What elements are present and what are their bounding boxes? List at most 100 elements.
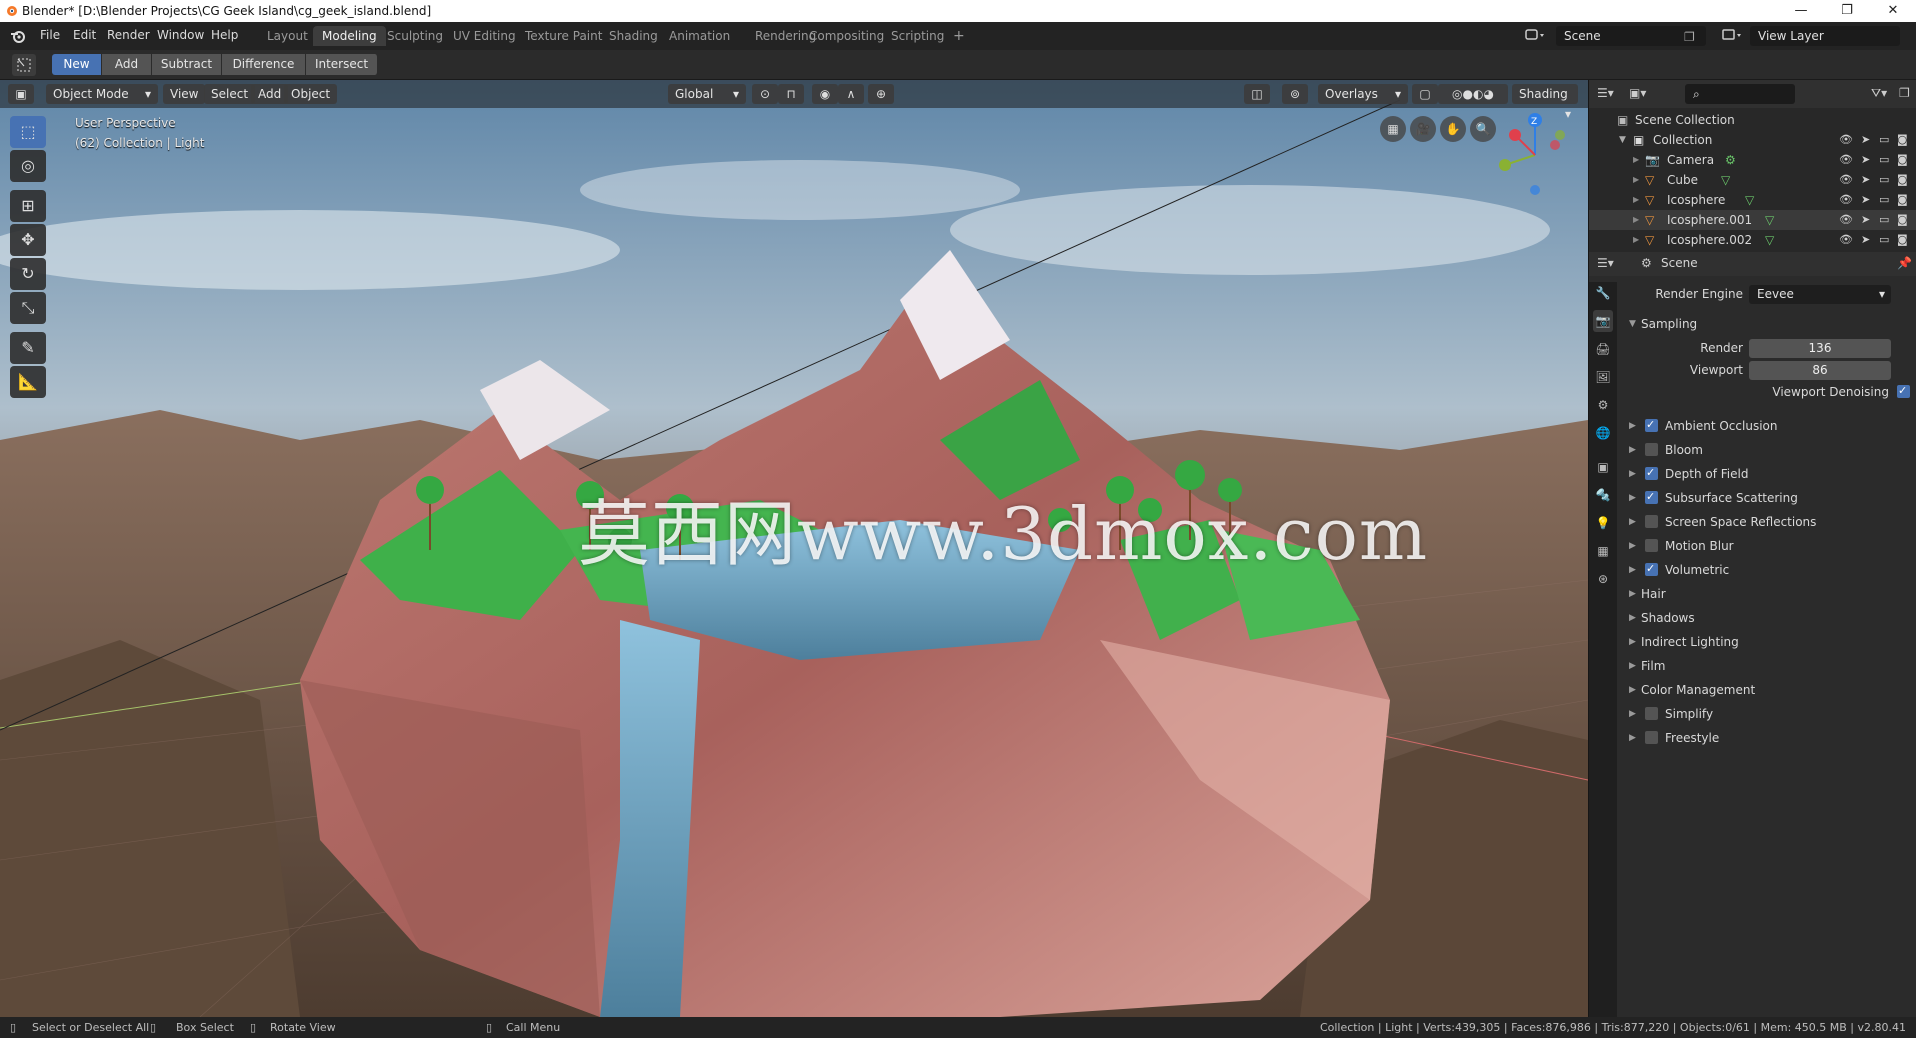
- pivot-point-icon[interactable]: ⊙: [752, 84, 778, 104]
- menu-help[interactable]: Help: [211, 28, 238, 42]
- render-samples-field[interactable]: 136: [1749, 339, 1891, 358]
- expand-arrow-icon[interactable]: ▶: [1633, 170, 1639, 190]
- view-layer-icon[interactable]: [1722, 27, 1744, 43]
- menu-file[interactable]: File: [40, 28, 60, 42]
- outliner-item-icosphere-002[interactable]: ▶ ▽ Icosphere.002 ▽ 👁 ➤ ▭ ◙: [1589, 230, 1916, 250]
- render-camera-icon[interactable]: ◙: [1897, 150, 1908, 170]
- 3d-viewport[interactable]: ▣ Object Mode ▾ View Select Add Object G…: [0, 80, 1588, 1017]
- xray-toggle-icon[interactable]: ▢: [1412, 84, 1438, 104]
- modifier-tab-icon[interactable]: 🔩: [1593, 484, 1613, 506]
- output-tab-icon[interactable]: 🖨: [1593, 338, 1613, 360]
- outliner-collection[interactable]: ▼ ▣ Collection 👁 ➤ ▭ ◙: [1589, 130, 1916, 150]
- view-layer-tab-icon[interactable]: 🖼: [1593, 366, 1613, 388]
- panel-film[interactable]: ▶ Film: [1629, 654, 1913, 678]
- panel-checkbox[interactable]: [1645, 539, 1658, 552]
- transform-tool-icon[interactable]: ⊞: [10, 190, 46, 222]
- panel-checkbox[interactable]: [1645, 707, 1658, 720]
- mode-new-button[interactable]: New: [52, 54, 102, 75]
- gizmo-toggle-icon[interactable]: ⊕: [868, 84, 894, 104]
- tab-scripting[interactable]: Scripting: [882, 26, 953, 46]
- filter-icon[interactable]: ⛛▾: [1871, 86, 1887, 101]
- expand-arrow-icon[interactable]: ▼: [1619, 130, 1626, 150]
- panel-screen-space-reflections[interactable]: ▶ Screen Space Reflections: [1629, 510, 1913, 534]
- scale-tool-icon[interactable]: ⤡: [10, 292, 46, 324]
- menu-edit[interactable]: Edit: [73, 28, 96, 42]
- visibility-eye-icon[interactable]: 👁: [1839, 210, 1853, 230]
- panel-checkbox[interactable]: [1645, 485, 1658, 509]
- outliner-item-cube[interactable]: ▶ ▽ Cube ▽ 👁 ➤ ▭ ◙: [1589, 170, 1916, 190]
- select-box-tool-icon[interactable]: [12, 54, 36, 76]
- outliner-search-input[interactable]: ⌕: [1685, 84, 1795, 104]
- falloff-icon[interactable]: ∧: [838, 84, 864, 104]
- scene-new-icon[interactable]: ❐: [1684, 30, 1695, 44]
- panel-subsurface-scattering[interactable]: ▶ Subsurface Scattering: [1629, 485, 1913, 510]
- viewport-monitor-icon[interactable]: ▭: [1879, 230, 1889, 250]
- viewport-monitor-icon[interactable]: ▭: [1879, 210, 1889, 230]
- tab-layout[interactable]: Layout: [258, 26, 317, 46]
- tab-uv-editing[interactable]: UV Editing: [444, 26, 525, 46]
- menu-add[interactable]: Add: [251, 84, 289, 104]
- panel-simplify[interactable]: ▶ Simplify: [1629, 702, 1913, 726]
- snap-icon[interactable]: ⊓: [778, 84, 804, 104]
- select-tool-icon[interactable]: ⬚: [10, 116, 46, 148]
- expand-arrow-icon[interactable]: ▶: [1633, 210, 1639, 230]
- tab-modeling[interactable]: Modeling: [313, 26, 386, 46]
- object-tab-icon[interactable]: ▣: [1593, 456, 1613, 478]
- shading-dropdown[interactable]: Shading ▾: [1512, 84, 1578, 121]
- rotate-tool-icon[interactable]: ↻: [10, 258, 46, 290]
- render-engine-dropdown[interactable]: Eevee ▾: [1749, 285, 1891, 304]
- display-mode-icon[interactable]: ▣▾: [1629, 86, 1646, 100]
- viewport-monitor-icon[interactable]: ▭: [1879, 190, 1889, 210]
- minimize-button[interactable]: —: [1778, 0, 1824, 22]
- mode-subtract-button[interactable]: Subtract: [152, 54, 222, 75]
- selectable-arrow-icon[interactable]: ➤: [1861, 150, 1870, 170]
- render-tab-icon[interactable]: 📷: [1593, 310, 1613, 332]
- render-camera-icon[interactable]: ◙: [1897, 190, 1908, 210]
- annotate-tool-icon[interactable]: ✎: [10, 332, 46, 364]
- overlays-dropdown[interactable]: Overlays ▾: [1318, 84, 1408, 104]
- render-camera-icon[interactable]: ◙: [1897, 170, 1908, 190]
- constraint-tab-icon[interactable]: ⊛: [1593, 568, 1613, 590]
- camera-view-icon[interactable]: 🎥: [1410, 116, 1436, 142]
- panel-checkbox[interactable]: [1645, 515, 1658, 528]
- outliner-item-camera[interactable]: ▶ 📷 Camera ⚙ 👁 ➤ ▭ ◙: [1589, 150, 1916, 170]
- world-tab-icon[interactable]: 🌐: [1593, 422, 1613, 444]
- menu-object[interactable]: Object: [284, 84, 338, 104]
- panel-ambient-occlusion[interactable]: ▶ Ambient Occlusion: [1629, 413, 1913, 438]
- selectable-arrow-icon[interactable]: ➤: [1861, 230, 1870, 250]
- tool-tab-icon[interactable]: 🔧: [1593, 282, 1613, 304]
- expand-arrow-icon[interactable]: ▶: [1633, 230, 1639, 250]
- measure-tool-icon[interactable]: 📐: [10, 366, 46, 398]
- blender-menu-icon[interactable]: [10, 28, 26, 44]
- maximize-button[interactable]: ❐: [1824, 0, 1870, 22]
- visibility-eye-icon[interactable]: 👁: [1839, 190, 1853, 210]
- visibility-eye-icon[interactable]: 👁: [1839, 130, 1853, 150]
- panel-freestyle[interactable]: ▶ Freestyle: [1629, 726, 1913, 750]
- outliner-scene-collection[interactable]: ▣ Scene Collection: [1589, 110, 1916, 130]
- texture-tab-icon[interactable]: ▦: [1593, 540, 1613, 562]
- selectable-arrow-icon[interactable]: ➤: [1861, 210, 1870, 230]
- panel-indirect-lighting[interactable]: ▶ Indirect Lighting: [1629, 630, 1913, 654]
- tab-compositing[interactable]: Compositing: [800, 26, 893, 46]
- outliner-item-icosphere[interactable]: ▶ ▽ Icosphere ▽ 👁 ➤ ▭ ◙: [1589, 190, 1916, 210]
- shading-mode-icons[interactable]: ◎●◐◕: [1438, 84, 1508, 104]
- tab-animation[interactable]: Animation: [660, 26, 739, 46]
- selectable-arrow-icon[interactable]: ➤: [1861, 130, 1870, 150]
- tab-shading[interactable]: Shading: [600, 26, 667, 46]
- proportional-edit-icon[interactable]: ◉: [812, 84, 838, 104]
- close-button[interactable]: ✕: [1870, 0, 1916, 22]
- cursor-tool-icon[interactable]: ◎: [10, 150, 46, 182]
- expand-arrow-icon[interactable]: ▶: [1633, 190, 1639, 210]
- expand-arrow-icon[interactable]: ▶: [1633, 150, 1639, 170]
- properties-editor-icon[interactable]: ☰▾: [1597, 256, 1614, 270]
- object-data-tab-icon[interactable]: 💡: [1593, 512, 1613, 534]
- menu-select[interactable]: Select: [204, 84, 256, 104]
- panel-motion-blur[interactable]: ▶ Motion Blur: [1629, 534, 1913, 558]
- panel-hair[interactable]: ▶ Hair: [1629, 582, 1913, 606]
- sampling-panel-header[interactable]: ▼ Sampling: [1629, 312, 1913, 336]
- panel-color-management[interactable]: ▶ Color Management: [1629, 678, 1913, 702]
- toggle-ortho-icon[interactable]: ▦: [1380, 116, 1406, 142]
- panel-checkbox[interactable]: [1645, 557, 1658, 581]
- menu-window[interactable]: Window: [157, 28, 204, 42]
- transform-orientation-dropdown[interactable]: Global ▾: [668, 84, 746, 104]
